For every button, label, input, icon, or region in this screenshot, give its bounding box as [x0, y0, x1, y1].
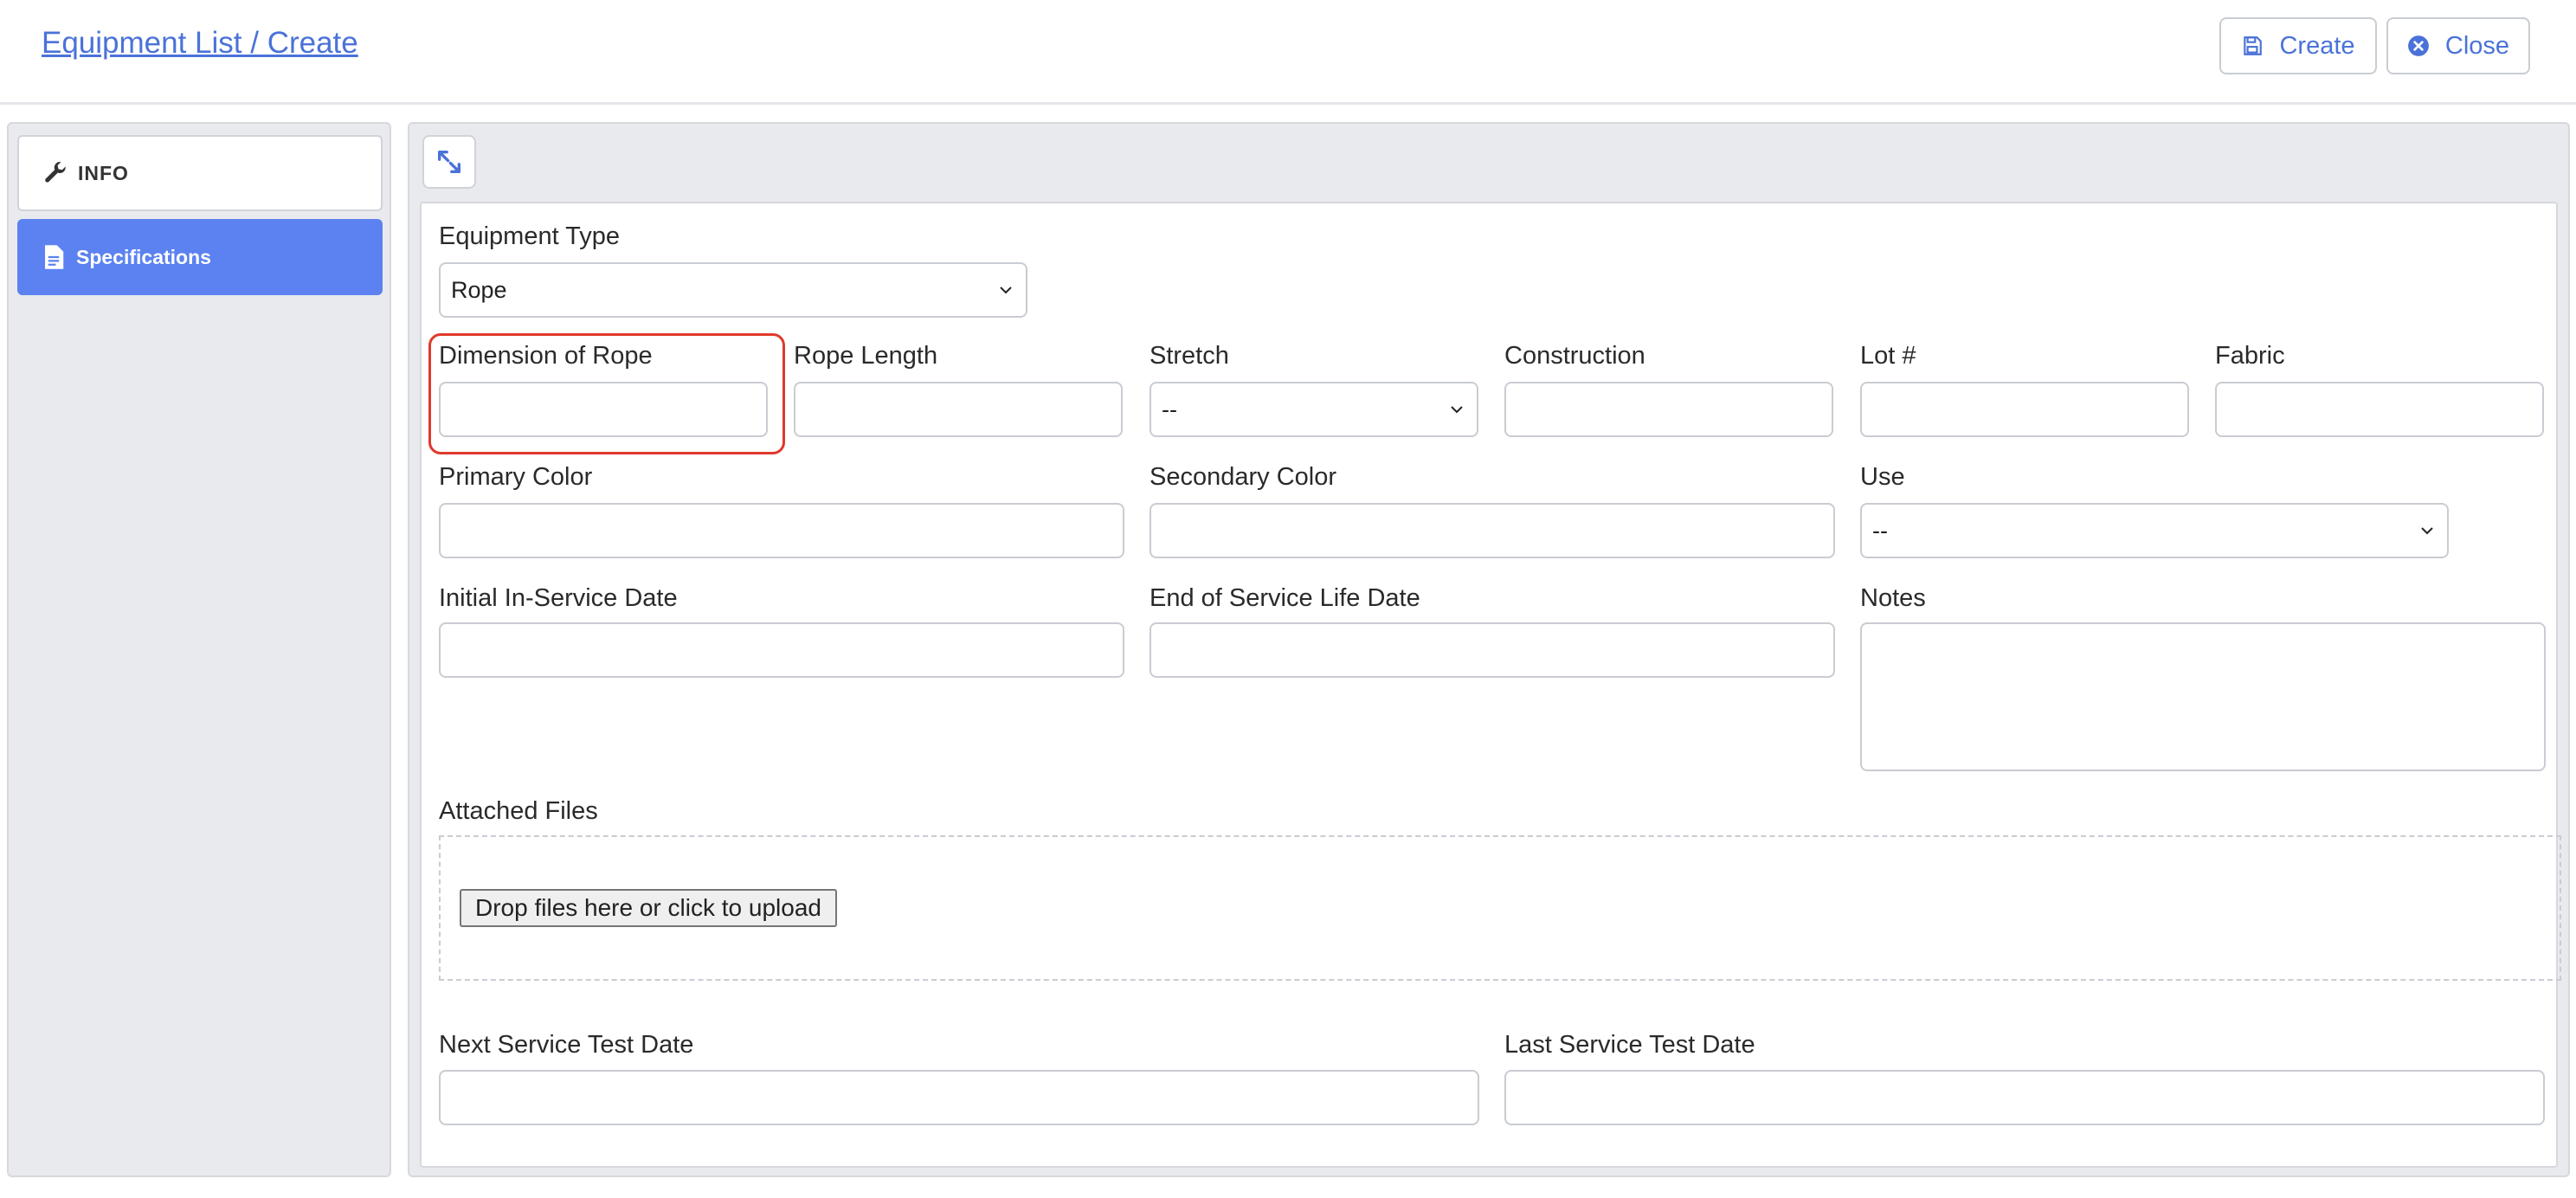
chevron-down-icon [1000, 287, 1012, 294]
initial-in-service-date-label: Initial In-Service Date [439, 584, 678, 612]
save-icon [2244, 36, 2263, 55]
expand-button[interactable] [422, 135, 476, 189]
fabric-label: Fabric [2215, 342, 2285, 370]
file-dropzone[interactable]: Drop files here or click to upload [439, 835, 2561, 981]
breadcrumb-equipment-list[interactable]: Equipment List / Create [42, 26, 358, 61]
expand-icon [437, 150, 461, 174]
primary-color-label: Primary Color [439, 463, 593, 491]
dimension-of-rope-input[interactable] [439, 382, 768, 437]
equipment-type-label: Equipment Type [439, 222, 621, 250]
sidebar-item-specifications[interactable]: Specifications [17, 219, 383, 295]
rope-length-label: Rope Length [794, 342, 938, 370]
next-service-test-date-label: Next Service Test Date [439, 1031, 694, 1059]
secondary-color-input[interactable] [1150, 503, 1835, 558]
last-service-test-date-input[interactable] [1504, 1070, 2545, 1125]
lot-label: Lot # [1860, 342, 1916, 370]
create-button-label: Create [2279, 31, 2355, 60]
upload-button[interactable]: Drop files here or click to upload [460, 889, 837, 927]
equipment-type-value: Rope [451, 276, 507, 303]
equipment-type-select[interactable]: Rope [439, 262, 1027, 318]
next-service-test-date-input[interactable] [439, 1070, 1479, 1125]
close-button[interactable]: Close [2386, 17, 2530, 74]
notes-label: Notes [1860, 584, 1926, 612]
sidebar-item-label: Specifications [76, 245, 211, 268]
sidebar-item-label: INFO [78, 161, 129, 184]
end-of-service-life-date-label: End of Service Life Date [1150, 584, 1420, 612]
construction-input[interactable] [1504, 382, 1833, 437]
sidebar: INFO Specifications [7, 122, 391, 1177]
stretch-label: Stretch [1150, 342, 1229, 370]
create-button[interactable]: Create [2219, 17, 2377, 74]
chevron-down-icon [1451, 406, 1463, 414]
sidebar-item-info[interactable]: INFO [17, 135, 383, 211]
secondary-color-label: Secondary Color [1150, 463, 1336, 491]
use-value: -- [1872, 517, 1888, 544]
lot-input[interactable] [1860, 382, 2189, 437]
close-button-label: Close [2444, 31, 2510, 60]
main-panel: Equipment Type Rope Dimension of Rope Ro… [408, 122, 2570, 1177]
construction-label: Construction [1504, 342, 1645, 370]
fabric-input[interactable] [2215, 382, 2544, 437]
primary-color-input[interactable] [439, 503, 1124, 558]
specifications-form: Equipment Type Rope Dimension of Rope Ro… [420, 202, 2561, 1168]
initial-in-service-date-input[interactable] [439, 622, 1124, 678]
document-icon [45, 245, 64, 269]
notes-textarea[interactable] [1860, 622, 2546, 771]
wrench-icon [45, 162, 66, 183]
dimension-of-rope-label: Dimension of Rope [439, 342, 653, 370]
last-service-test-date-label: Last Service Test Date [1504, 1031, 1755, 1059]
attached-files-label: Attached Files [439, 797, 598, 825]
use-select[interactable]: -- [1860, 503, 2449, 558]
use-label: Use [1860, 463, 1905, 491]
page-header: Equipment List / Create Create Close [0, 0, 2576, 105]
chevron-down-icon [2421, 527, 2433, 535]
rope-length-input[interactable] [794, 382, 1123, 437]
stretch-value: -- [1162, 396, 1177, 422]
end-of-service-life-date-input[interactable] [1150, 622, 1835, 678]
stretch-select[interactable]: -- [1150, 382, 1478, 437]
close-circle-icon [2408, 35, 2429, 56]
